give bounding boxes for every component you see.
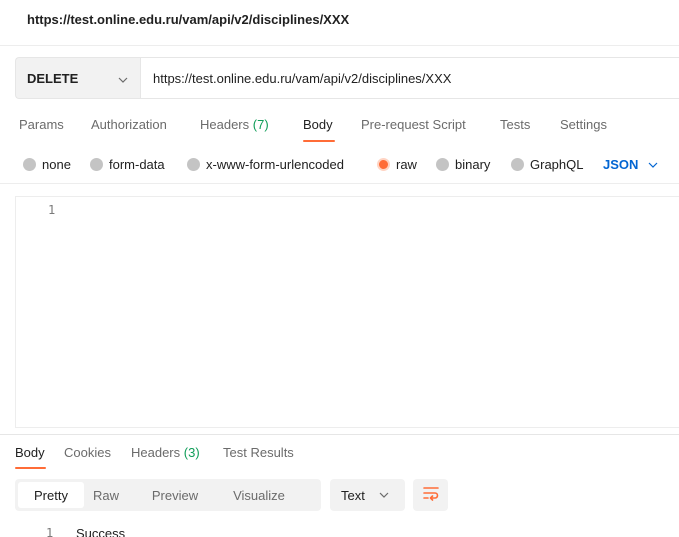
tab-label: Headers — [200, 117, 250, 132]
url-bar: DELETE https://test.online.edu.ru/vam/ap… — [15, 57, 679, 99]
method-select[interactable]: DELETE — [15, 57, 140, 99]
tab-label: Pre-request Script — [361, 117, 466, 132]
view-preview-button[interactable]: Preview — [140, 482, 210, 508]
postman-request-page: https://test.online.edu.ru/vam/api/v2/di… — [0, 0, 679, 537]
headers-count: (7) — [252, 117, 269, 132]
headers-count: (3) — [183, 445, 200, 460]
tab-label: Settings — [560, 117, 607, 132]
response-tabs: Body Cookies Headers (3) Test Results — [0, 438, 679, 470]
chevron-down-icon — [379, 489, 389, 501]
editor-line-number: 1 — [48, 203, 56, 217]
tab-params[interactable]: Params — [19, 117, 64, 132]
radio-dot — [23, 158, 36, 171]
radio-raw[interactable]: raw — [377, 157, 417, 172]
radio-none[interactable]: none — [23, 157, 71, 172]
method-label: DELETE — [27, 70, 79, 86]
tab-label: Test Results — [223, 445, 294, 460]
radio-dot — [436, 158, 449, 171]
resp-tab-body[interactable]: Body — [15, 445, 45, 460]
body-format-label: JSON — [603, 157, 639, 172]
tab-label: Body — [303, 117, 333, 132]
request-title-bar: https://test.online.edu.ru/vam/api/v2/di… — [0, 0, 679, 46]
view-visualize-button[interactable]: Visualize — [224, 482, 294, 508]
active-tab-indicator — [303, 140, 335, 142]
radio-label: none — [42, 157, 71, 172]
tab-label: Headers — [131, 445, 181, 460]
tab-label: Cookies — [64, 445, 111, 460]
response-format-label: Text — [341, 487, 365, 503]
radio-x-www-form-urlencoded[interactable]: x-www-form-urlencoded — [187, 157, 344, 172]
active-resp-tab-indicator — [15, 467, 46, 469]
radio-dot — [511, 158, 524, 171]
radio-binary[interactable]: binary — [436, 157, 490, 172]
tab-tests[interactable]: Tests — [500, 117, 530, 132]
resp-tab-test-results[interactable]: Test Results — [223, 445, 294, 460]
response-format-select[interactable]: Text — [330, 479, 405, 511]
wrap-lines-icon — [422, 485, 440, 506]
tab-label: Tests — [500, 117, 531, 132]
response-divider — [0, 434, 679, 435]
radio-label: raw — [396, 157, 417, 172]
radio-label: form-data — [109, 157, 165, 172]
radio-dot-selected — [377, 158, 390, 171]
response-line-number: 1 — [46, 526, 54, 537]
request-title: https://test.online.edu.ru/vam/api/v2/di… — [27, 12, 350, 27]
body-format-select[interactable]: JSON — [603, 157, 658, 172]
url-value: https://test.online.edu.ru/vam/api/v2/di… — [153, 70, 452, 86]
radio-graphql[interactable]: GraphQL — [511, 157, 583, 172]
radio-label: GraphQL — [530, 157, 584, 172]
request-tabs: Params Authorization Headers (7) Body Pr… — [0, 112, 679, 144]
radio-dot — [187, 158, 200, 171]
radio-label: binary — [455, 157, 491, 172]
resp-tab-cookies[interactable]: Cookies — [64, 445, 111, 460]
radio-dot — [90, 158, 103, 171]
tab-settings[interactable]: Settings — [560, 117, 607, 132]
chevron-down-icon — [118, 71, 128, 86]
tab-label: Authorization — [91, 117, 167, 132]
radio-label: x-www-form-urlencoded — [206, 157, 344, 172]
resp-tab-headers[interactable]: Headers (3) — [131, 445, 200, 460]
view-pretty-button[interactable]: Pretty — [18, 482, 84, 508]
url-input[interactable]: https://test.online.edu.ru/vam/api/v2/di… — [140, 57, 679, 99]
tab-label: Params — [19, 117, 64, 132]
tab-authorization[interactable]: Authorization — [91, 117, 167, 132]
tab-pre-request-script[interactable]: Pre-request Script — [361, 117, 466, 132]
radio-form-data[interactable]: form-data — [90, 157, 165, 172]
chevron-down-icon — [648, 159, 658, 171]
view-raw-button[interactable]: Raw — [86, 482, 126, 508]
wrap-lines-button[interactable] — [413, 479, 448, 511]
body-type-selector: none form-data x-www-form-urlencoded raw… — [0, 148, 679, 184]
body-editor[interactable]: 1 — [15, 196, 679, 428]
tab-headers[interactable]: Headers (7) — [200, 117, 269, 132]
tab-label: Body — [15, 445, 45, 460]
response-body-text: Success — [76, 526, 126, 537]
tab-body[interactable]: Body — [303, 117, 333, 132]
view-mode-group: Pretty Raw Preview Visualize — [15, 479, 321, 511]
